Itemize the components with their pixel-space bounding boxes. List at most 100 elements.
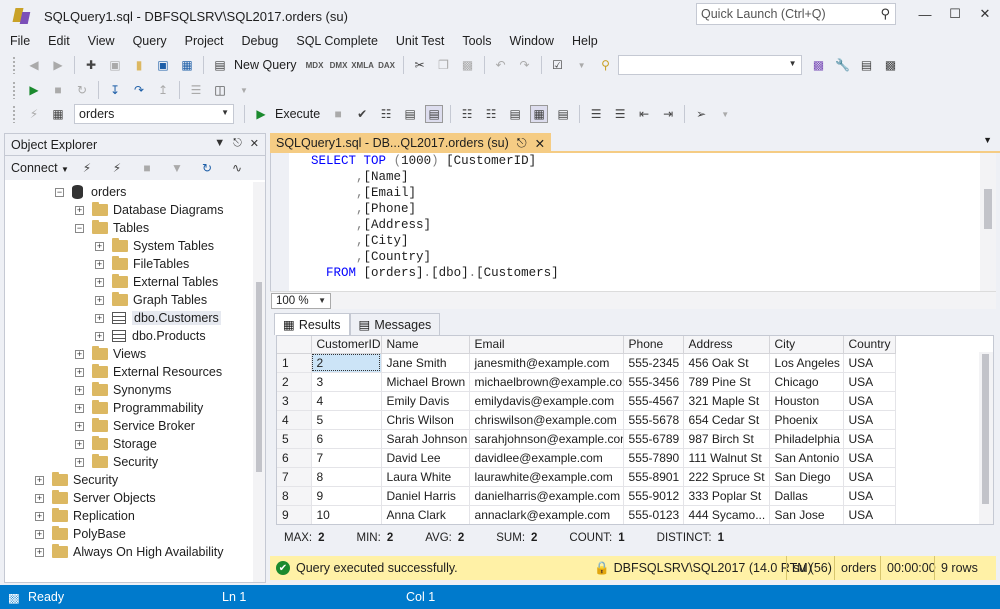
row-number[interactable]: 9 xyxy=(277,505,312,524)
table-cell[interactable]: 789 Pine St xyxy=(683,372,770,392)
table-cell[interactable]: USA xyxy=(843,429,896,449)
table-cell[interactable]: David Lee xyxy=(381,448,470,468)
table-cell[interactable]: laurawhite@example.com xyxy=(469,467,624,487)
table-cell[interactable]: 555-7890 xyxy=(623,448,684,468)
chevron-down-icon[interactable]: ▼ xyxy=(573,56,591,74)
row-number[interactable]: 5 xyxy=(277,429,312,449)
table-cell[interactable]: Los Angeles xyxy=(769,353,844,373)
results-to-grid-icon[interactable]: ▤ xyxy=(425,105,444,123)
close-icon[interactable]: ✕ xyxy=(970,0,1000,28)
table-cell[interactable]: janesmith@example.com xyxy=(469,353,624,373)
zoom-selector[interactable]: 100 % ▼ xyxy=(271,293,331,309)
tab-results[interactable]: ▦ Results xyxy=(274,313,350,335)
new-project-icon[interactable]: ✚ xyxy=(82,56,100,74)
table-cell[interactable]: michaelbrown@example.com xyxy=(469,372,624,392)
tree-node[interactable]: + Database Diagrams xyxy=(75,201,223,219)
row-number[interactable]: 6 xyxy=(277,448,312,468)
table-cell[interactable]: Emily Davis xyxy=(381,391,470,411)
table-cell[interactable]: 987 Birch St xyxy=(683,429,770,449)
collapse-icon[interactable]: − xyxy=(55,187,64,197)
row-number[interactable]: 8 xyxy=(277,486,312,506)
expand-icon[interactable]: + xyxy=(35,475,44,485)
table-cell[interactable]: davidlee@example.com xyxy=(469,448,624,468)
table-cell[interactable]: Chris Wilson xyxy=(381,410,470,430)
table-cell[interactable]: USA xyxy=(843,410,896,430)
scrollbar-thumb[interactable] xyxy=(256,282,262,472)
step-over-icon[interactable]: ↷ xyxy=(130,81,148,99)
undo-icon[interactable]: ↶ xyxy=(492,56,510,74)
menu-query[interactable]: Query xyxy=(127,34,173,48)
editor-scrollbar[interactable] xyxy=(980,153,996,291)
stop-icon[interactable]: ■ xyxy=(138,159,156,177)
tree-node[interactable]: − orders xyxy=(55,183,126,201)
minimize-icon[interactable]: — xyxy=(910,0,940,28)
table-cell[interactable]: Jane Smith xyxy=(381,353,470,373)
tree-node[interactable]: + Graph Tables xyxy=(95,291,207,309)
new-query-button[interactable]: New Query xyxy=(234,58,297,72)
toolbar-grip[interactable] xyxy=(12,81,16,99)
dmx-query-icon[interactable]: DMX xyxy=(330,56,348,74)
table-cell[interactable]: USA xyxy=(843,467,896,487)
tree-node[interactable]: + Service Broker xyxy=(75,417,195,435)
corner-cell[interactable] xyxy=(277,336,312,354)
menu-project[interactable]: Project xyxy=(179,34,230,48)
tree-node[interactable]: + Always On High Availability xyxy=(35,543,224,561)
menu-debug[interactable]: Debug xyxy=(236,34,285,48)
table-cell[interactable]: Sarah Johnson xyxy=(381,429,470,449)
toolbar-grip[interactable] xyxy=(12,105,16,123)
chevron-down-icon[interactable]: ▼ xyxy=(983,135,992,145)
pin-icon[interactable]: ⎋ xyxy=(233,137,242,150)
uncomment-icon[interactable]: ☰ xyxy=(611,105,629,123)
close-icon[interactable]: ✕ xyxy=(535,136,545,151)
menu-view[interactable]: View xyxy=(82,34,121,48)
forward-icon[interactable]: ▶ xyxy=(49,56,67,74)
table-cell[interactable]: sarahjohnson@example.com xyxy=(469,429,624,449)
step-out-icon[interactable]: ↥ xyxy=(154,81,172,99)
table-cell[interactable]: danielharris@example.com xyxy=(469,486,624,506)
comment-icon[interactable]: ☰ xyxy=(587,105,605,123)
toolbar-grip[interactable] xyxy=(12,56,16,74)
column-header[interactable]: City xyxy=(769,336,844,354)
table-cell[interactable]: chriswilson@example.com xyxy=(469,410,624,430)
table-cell[interactable]: 555-5678 xyxy=(623,410,684,430)
maximize-icon[interactable]: ☐ xyxy=(940,0,970,28)
column-header[interactable]: CustomerID xyxy=(311,336,382,354)
table-cell[interactable]: 555-6789 xyxy=(623,429,684,449)
disconnect-icon[interactable]: ⚡ xyxy=(108,159,126,177)
table-cell[interactable]: 555-4567 xyxy=(623,391,684,411)
tree-node[interactable]: + Security xyxy=(35,471,118,489)
scrollbar-thumb[interactable] xyxy=(982,354,989,504)
refresh-icon[interactable]: ↻ xyxy=(198,159,216,177)
expand-icon[interactable]: + xyxy=(75,421,84,431)
tree-node[interactable]: − Tables xyxy=(75,219,149,237)
column-header[interactable]: Address xyxy=(683,336,770,354)
expand-icon[interactable]: + xyxy=(35,547,44,557)
table-cell[interactable]: Dallas xyxy=(769,486,844,506)
restart-icon[interactable]: ↻ xyxy=(73,81,91,99)
parse-icon[interactable]: ✔ xyxy=(353,105,371,123)
tree-node[interactable]: + External Tables xyxy=(95,273,218,291)
outdent-icon[interactable]: ⇤ xyxy=(635,105,653,123)
tree-node[interactable]: + Views xyxy=(75,345,146,363)
expand-icon[interactable]: + xyxy=(95,331,104,341)
results-scrollbar[interactable] xyxy=(979,352,993,524)
start-icon[interactable]: ▶ xyxy=(25,81,43,99)
database-selector[interactable]: orders ▼ xyxy=(74,104,234,124)
row-number[interactable]: 3 xyxy=(277,391,312,411)
indent-icon[interactable]: ⇥ xyxy=(659,105,677,123)
menu-window[interactable]: Window xyxy=(504,34,560,48)
expand-icon[interactable]: + xyxy=(75,205,84,215)
expand-icon[interactable]: + xyxy=(75,403,84,413)
table-cell[interactable]: 555-8901 xyxy=(623,467,684,487)
change-connection-icon[interactable]: ▦ xyxy=(49,105,67,123)
tab-sqlquery1[interactable]: SQLQuery1.sql - DB...QL2017.orders (su) … xyxy=(270,133,552,153)
table-cell[interactable]: San Jose xyxy=(769,505,844,524)
table-cell[interactable]: USA xyxy=(843,448,896,468)
grid-view-icon[interactable]: ▦ xyxy=(530,105,549,123)
table-cell[interactable]: 456 Oak St xyxy=(683,353,770,373)
table-cell[interactable]: 555-0123 xyxy=(623,505,684,524)
paste-icon[interactable]: ▩ xyxy=(459,56,477,74)
tree-node[interactable]: + dbo.Customers xyxy=(95,309,221,327)
table-cell[interactable]: 5 xyxy=(311,410,382,430)
column-header[interactable]: Email xyxy=(469,336,624,354)
